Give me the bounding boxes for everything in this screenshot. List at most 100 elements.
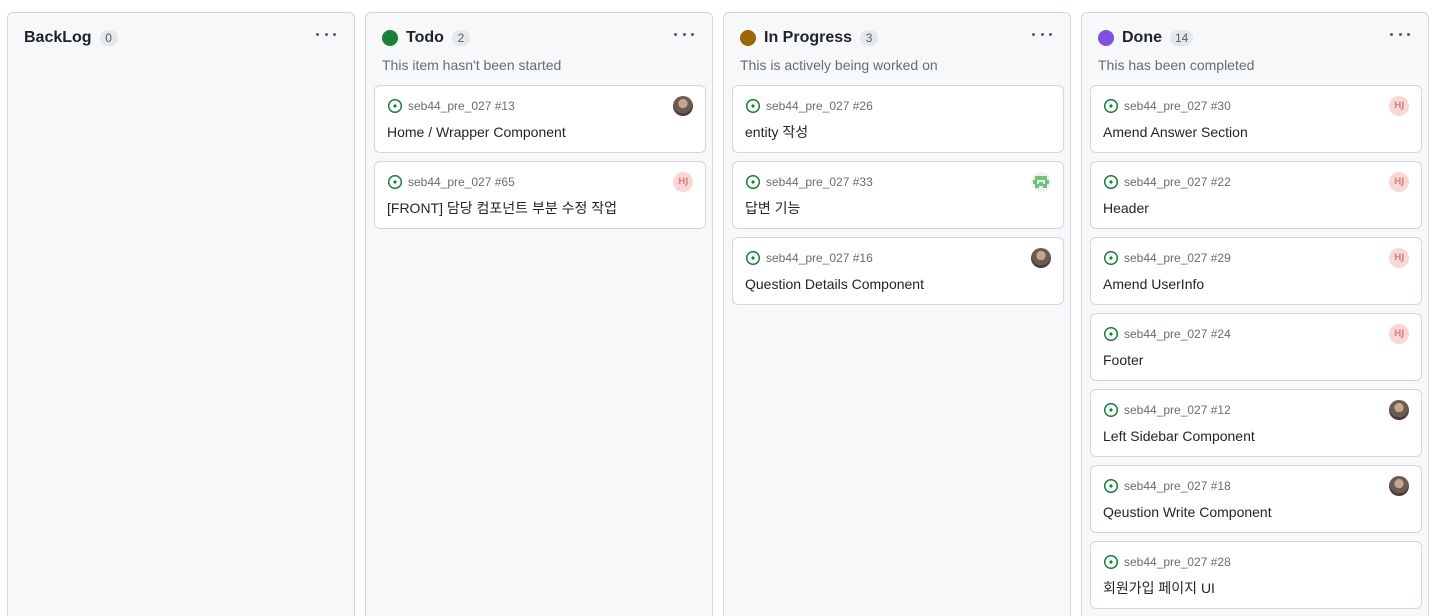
issue-reference: seb44_pre_027 #24: [1103, 326, 1231, 342]
assignee-avatar[interactable]: [1389, 476, 1409, 496]
issue-ref-text[interactable]: seb44_pre_027 #16: [766, 250, 873, 266]
project-board: BackLog 0 Todo 2 This item hasn't been s…: [0, 0, 1438, 616]
item-count-badge: 14: [1170, 30, 1194, 46]
issue-opened-icon: [1103, 478, 1119, 494]
issue-ref-text[interactable]: seb44_pre_027 #29: [1124, 250, 1231, 266]
column-title: Todo: [406, 29, 444, 46]
issue-card[interactable]: seb44_pre_027 #13 Home / Wrapper Compone…: [374, 85, 706, 153]
identicon-icon: [1031, 172, 1051, 192]
item-count-badge: 2: [451, 30, 470, 46]
card-title[interactable]: 회원가입 페이지 UI: [1103, 579, 1215, 597]
issue-opened-icon: [1103, 402, 1119, 418]
column-description: This item hasn't been started: [382, 57, 562, 73]
issue-reference: seb44_pre_027 #29: [1103, 250, 1231, 266]
item-count-badge: 0: [99, 30, 118, 46]
column-title: In Progress: [764, 29, 853, 46]
column-todo: Todo 2 This item hasn't been started seb…: [365, 12, 713, 616]
issue-ref-text[interactable]: seb44_pre_027 #13: [408, 98, 515, 114]
status-dot-icon: [740, 30, 756, 46]
column-title: BackLog: [24, 29, 92, 46]
column-in-progress: In Progress 3 This is actively being wor…: [723, 12, 1071, 616]
issue-card[interactable]: seb44_pre_027 #28 회원가입 페이지 UI: [1090, 541, 1422, 609]
card-title[interactable]: Footer: [1103, 351, 1143, 369]
assignee-avatar[interactable]: HJ: [1389, 172, 1409, 192]
issue-opened-icon: [1103, 250, 1119, 266]
issue-opened-icon: [745, 250, 761, 266]
issue-ref-text[interactable]: seb44_pre_027 #26: [766, 98, 873, 114]
card-title[interactable]: Left Sidebar Component: [1103, 427, 1255, 445]
column-menu-icon[interactable]: [316, 28, 336, 40]
issue-reference: seb44_pre_027 #30: [1103, 98, 1231, 114]
column-done: Done 14 This has been completed seb44_pr…: [1081, 12, 1429, 616]
issue-card[interactable]: seb44_pre_027 #24 Footer HJ: [1090, 313, 1422, 381]
issue-opened-icon: [1103, 98, 1119, 114]
assignee-avatar[interactable]: HJ: [1389, 248, 1409, 268]
card-title[interactable]: 답변 기능: [745, 199, 800, 217]
issue-ref-text[interactable]: seb44_pre_027 #22: [1124, 174, 1231, 190]
issue-opened-icon: [387, 98, 403, 114]
issue-card[interactable]: seb44_pre_027 #33 답변 기능: [732, 161, 1064, 229]
issue-reference: seb44_pre_027 #22: [1103, 174, 1231, 190]
item-count-badge: 3: [860, 30, 879, 46]
column-header: Done 14: [1098, 28, 1194, 48]
issue-reference: seb44_pre_027 #28: [1103, 554, 1231, 570]
issue-ref-text[interactable]: seb44_pre_027 #28: [1124, 554, 1231, 570]
card-title[interactable]: Home / Wrapper Component: [387, 123, 566, 141]
issue-opened-icon: [745, 98, 761, 114]
card-title[interactable]: Qeustion Write Component: [1103, 503, 1272, 521]
issue-opened-icon: [387, 174, 403, 190]
column-header: Todo 2: [382, 28, 470, 48]
issue-ref-text[interactable]: seb44_pre_027 #65: [408, 174, 515, 190]
issue-card[interactable]: seb44_pre_027 #18 Qeustion Write Compone…: [1090, 465, 1422, 533]
issue-card[interactable]: seb44_pre_027 #29 Amend UserInfo HJ: [1090, 237, 1422, 305]
card-list: seb44_pre_027 #30 Amend Answer Section H…: [1090, 85, 1422, 616]
column-menu-icon[interactable]: [1390, 28, 1410, 40]
column-title: Done: [1122, 29, 1162, 46]
card-title[interactable]: Question Details Component: [745, 275, 924, 293]
issue-ref-text[interactable]: seb44_pre_027 #30: [1124, 98, 1231, 114]
card-title[interactable]: Amend Answer Section: [1103, 123, 1248, 141]
issue-reference: seb44_pre_027 #16: [745, 250, 873, 266]
issue-card[interactable]: seb44_pre_027 #16 Question Details Compo…: [732, 237, 1064, 305]
assignee-avatar[interactable]: [673, 96, 693, 116]
column-description: This has been completed: [1098, 57, 1255, 73]
column-backlog: BackLog 0: [7, 12, 355, 616]
column-menu-icon[interactable]: [674, 28, 694, 40]
issue-reference: seb44_pre_027 #65: [387, 174, 515, 190]
issue-opened-icon: [1103, 326, 1119, 342]
status-dot-icon: [382, 30, 398, 46]
column-header: BackLog 0: [24, 28, 118, 48]
card-title[interactable]: Header: [1103, 199, 1149, 217]
column-header: In Progress 3: [740, 28, 879, 48]
assignee-avatar[interactable]: [1031, 248, 1051, 268]
issue-reference: seb44_pre_027 #12: [1103, 402, 1231, 418]
issue-reference: seb44_pre_027 #18: [1103, 478, 1231, 494]
assignee-avatar[interactable]: [1389, 400, 1409, 420]
status-dot-icon: [1098, 30, 1114, 46]
column-menu-icon[interactable]: [1032, 28, 1052, 40]
card-title[interactable]: Amend UserInfo: [1103, 275, 1204, 293]
card-list: seb44_pre_027 #26 entity 작성 seb44_pre_02…: [732, 85, 1064, 313]
issue-opened-icon: [1103, 174, 1119, 190]
column-description: This is actively being worked on: [740, 57, 938, 73]
issue-card[interactable]: seb44_pre_027 #30 Amend Answer Section H…: [1090, 85, 1422, 153]
issue-card[interactable]: seb44_pre_027 #26 entity 작성: [732, 85, 1064, 153]
assignee-avatar[interactable]: HJ: [1389, 324, 1409, 344]
issue-reference: seb44_pre_027 #26: [745, 98, 873, 114]
assignee-avatar[interactable]: HJ: [1389, 96, 1409, 116]
issue-ref-text[interactable]: seb44_pre_027 #12: [1124, 402, 1231, 418]
issue-ref-text[interactable]: seb44_pre_027 #33: [766, 174, 873, 190]
issue-card[interactable]: seb44_pre_027 #12 Left Sidebar Component: [1090, 389, 1422, 457]
issue-opened-icon: [745, 174, 761, 190]
issue-ref-text[interactable]: seb44_pre_027 #18: [1124, 478, 1231, 494]
issue-ref-text[interactable]: seb44_pre_027 #24: [1124, 326, 1231, 342]
assignee-avatar[interactable]: [1031, 172, 1051, 192]
issue-card[interactable]: seb44_pre_027 #65 [FRONT] 담당 컴포넌트 부분 수정 …: [374, 161, 706, 229]
card-list: seb44_pre_027 #13 Home / Wrapper Compone…: [374, 85, 706, 237]
issue-reference: seb44_pre_027 #33: [745, 174, 873, 190]
assignee-avatar[interactable]: HJ: [673, 172, 693, 192]
card-title[interactable]: entity 작성: [745, 123, 808, 141]
card-title[interactable]: [FRONT] 담당 컴포넌트 부분 수정 작업: [387, 199, 617, 217]
issue-card[interactable]: seb44_pre_027 #22 Header HJ: [1090, 161, 1422, 229]
issue-reference: seb44_pre_027 #13: [387, 98, 515, 114]
